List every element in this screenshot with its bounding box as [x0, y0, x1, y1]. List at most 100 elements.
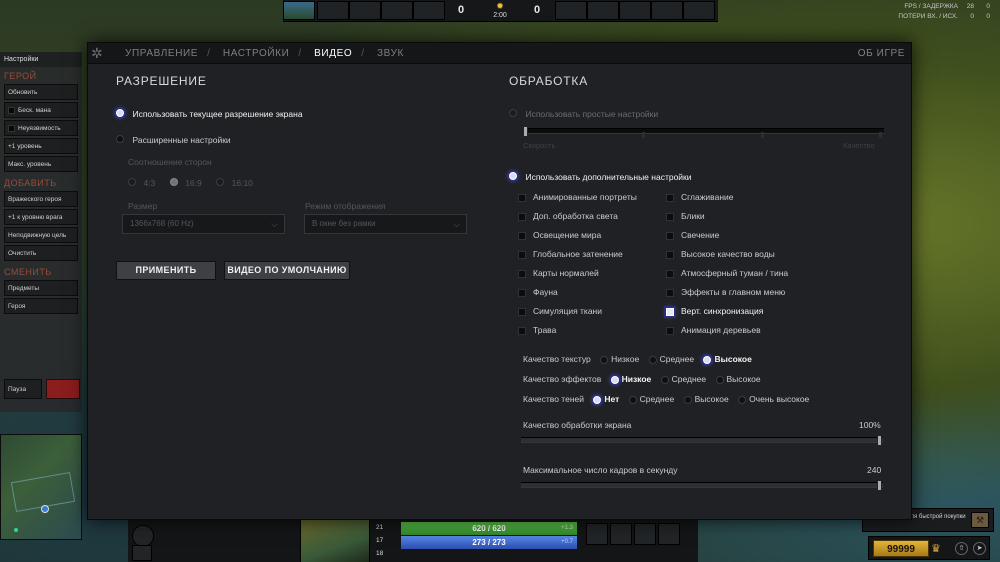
- shop-icon[interactable]: ♛: [931, 542, 941, 555]
- aspect-4-3-radio[interactable]: [128, 177, 136, 186]
- invulnerability-checkbox[interactable]: [8, 124, 15, 132]
- screen-quality-label: Качество обработки экрана: [523, 420, 632, 430]
- shadow-medium-radio[interactable]: [628, 395, 637, 404]
- option-anti-aliasing[interactable]: Сглаживание: [666, 192, 734, 202]
- screen-quality-slider[interactable]: [521, 435, 883, 446]
- advanced-settings-option[interactable]: Использовать дополнительные настройки: [509, 167, 692, 185]
- option-animated-portraits[interactable]: Анимированные портреты: [518, 192, 637, 202]
- shadow-none-radio[interactable]: [593, 395, 602, 404]
- texture-medium-radio[interactable]: [648, 355, 657, 364]
- tab-sound[interactable]: ЗВУК: [377, 48, 404, 59]
- clear-button[interactable]: Очистить: [4, 245, 78, 261]
- pause-button[interactable]: Пауза: [4, 379, 42, 399]
- option-checkbox[interactable]: [518, 269, 526, 278]
- effects-medium-radio[interactable]: [660, 375, 669, 384]
- display-mode-dropdown[interactable]: В окне без рамки ⌵: [304, 214, 467, 234]
- option-normal-maps[interactable]: Карты нормалей: [518, 268, 599, 278]
- pause-indicator[interactable]: [46, 379, 80, 399]
- upgrade-icon[interactable]: ⇧: [955, 542, 968, 555]
- tab-about[interactable]: ОБ ИГРЕ: [858, 48, 905, 59]
- size-label: Размер: [128, 201, 158, 211]
- option-checkbox[interactable]: [666, 231, 674, 240]
- advanced-resolution-radio[interactable]: [116, 134, 124, 143]
- option-checkbox[interactable]: [666, 212, 674, 221]
- option-ambient-occlusion[interactable]: Глобальное затенение: [518, 249, 623, 259]
- option-high-quality-water[interactable]: Высокое качество воды: [666, 249, 775, 259]
- quality-preset-slider[interactable]: [523, 126, 884, 138]
- option-checkbox[interactable]: [666, 193, 674, 202]
- scan-icon[interactable]: [132, 545, 152, 561]
- option-checkbox[interactable]: [518, 250, 526, 259]
- simple-settings-option[interactable]: Использовать простые настройки: [509, 104, 658, 122]
- minimap[interactable]: [0, 434, 82, 540]
- simple-settings-radio[interactable]: [509, 108, 517, 117]
- option-checkbox[interactable]: [518, 212, 526, 221]
- video-default-button[interactable]: ВИДЕО ПО УМОЛЧАНИЮ: [224, 261, 350, 280]
- option-atmospheric-fog[interactable]: Атмосферный туман / тина: [666, 268, 788, 278]
- inventory-slot[interactable]: [634, 523, 656, 545]
- shadow-high-radio[interactable]: [683, 395, 692, 404]
- aspect-16-9-radio[interactable]: [169, 177, 178, 186]
- option-cloth-simulation[interactable]: Симуляция ткани: [518, 306, 602, 316]
- refresh-button[interactable]: Обновить: [4, 84, 78, 100]
- option-checkbox[interactable]: [518, 231, 526, 240]
- option-main-menu-effects[interactable]: Эффекты в главном меню: [666, 287, 785, 297]
- enemy-level-up-button[interactable]: +1 к уровню врага: [4, 209, 78, 225]
- inventory-slot[interactable]: [586, 523, 608, 545]
- add-dummy-target-button[interactable]: Неподвижную цель: [4, 227, 78, 243]
- screen-quality-value: 100%: [859, 420, 881, 430]
- option-extra-lighting[interactable]: Доп. обработка света: [518, 211, 618, 221]
- use-current-resolution-radio[interactable]: [116, 108, 124, 117]
- option-world-lighting[interactable]: Освещение мира: [518, 230, 601, 240]
- inventory-slot[interactable]: [658, 523, 680, 545]
- hero-portrait[interactable]: [300, 519, 370, 562]
- option-checkbox[interactable]: [518, 326, 526, 335]
- effects-high-radio[interactable]: [715, 375, 724, 384]
- option-label: Трава: [533, 325, 557, 335]
- tab-video[interactable]: ВИДЕО: [314, 48, 352, 59]
- max-level-button[interactable]: Макс. уровень: [4, 156, 78, 172]
- option-checkbox[interactable]: [666, 326, 674, 335]
- texture-high-radio[interactable]: [703, 355, 712, 364]
- option-checkbox[interactable]: [666, 288, 674, 297]
- advanced-resolution-option[interactable]: Расширенные настройки: [116, 130, 231, 148]
- tab-settings[interactable]: НАСТРОЙКИ: [223, 48, 290, 59]
- option-grass[interactable]: Трава: [518, 325, 556, 335]
- max-fps-handle[interactable]: [877, 480, 882, 491]
- option-checkbox[interactable]: [518, 307, 526, 316]
- inventory-slot[interactable]: [610, 523, 632, 545]
- option-checkbox[interactable]: [666, 269, 674, 278]
- quickbuy-item-icon[interactable]: ⚒: [971, 512, 989, 528]
- option-checkbox[interactable]: [518, 288, 526, 297]
- texture-low-radio[interactable]: [600, 355, 609, 364]
- courier-deliver-icon[interactable]: ➤: [973, 542, 986, 555]
- level-up-button[interactable]: +1 уровень: [4, 138, 78, 154]
- radiant-hero-portrait[interactable]: [283, 1, 315, 20]
- infinite-mana-toggle[interactable]: Беск. мана: [4, 102, 78, 118]
- invulnerability-toggle[interactable]: Неуязвимость: [4, 120, 78, 136]
- change-items-button[interactable]: Предметы: [4, 280, 78, 296]
- effects-low-radio[interactable]: [610, 375, 619, 384]
- quality-preset-handle[interactable]: [523, 126, 528, 137]
- change-hero-button[interactable]: Героя: [4, 298, 78, 314]
- option-vsync[interactable]: Верт. синхронизация: [666, 306, 763, 316]
- option-checkbox[interactable]: [518, 193, 526, 202]
- glyph-icon[interactable]: [132, 525, 154, 547]
- shadow-very-high-radio[interactable]: [738, 395, 747, 404]
- aspect-16-10-radio[interactable]: [216, 177, 225, 186]
- option-bloom[interactable]: Свечение: [666, 230, 719, 240]
- option-fauna[interactable]: Фауна: [518, 287, 558, 297]
- add-enemy-hero-button[interactable]: Вражеского героя: [4, 191, 78, 207]
- tab-controls[interactable]: УПРАВЛЕНИЕ: [125, 48, 198, 59]
- option-checkbox[interactable]: [666, 307, 674, 316]
- advanced-settings-radio[interactable]: [509, 171, 517, 180]
- infinite-mana-checkbox[interactable]: [8, 106, 15, 114]
- option-specular[interactable]: Блики: [666, 211, 705, 221]
- max-fps-slider[interactable]: [521, 480, 883, 491]
- use-current-resolution-option[interactable]: Использовать текущее разрешение экрана: [116, 104, 303, 122]
- apply-button[interactable]: ПРИМЕНИТЬ: [116, 261, 216, 280]
- option-checkbox[interactable]: [666, 250, 674, 259]
- size-dropdown[interactable]: 1366x768 (60 Hz) ⌵: [122, 214, 285, 234]
- screen-quality-handle[interactable]: [877, 435, 882, 446]
- option-tree-animation[interactable]: Анимация деревьев: [666, 325, 761, 335]
